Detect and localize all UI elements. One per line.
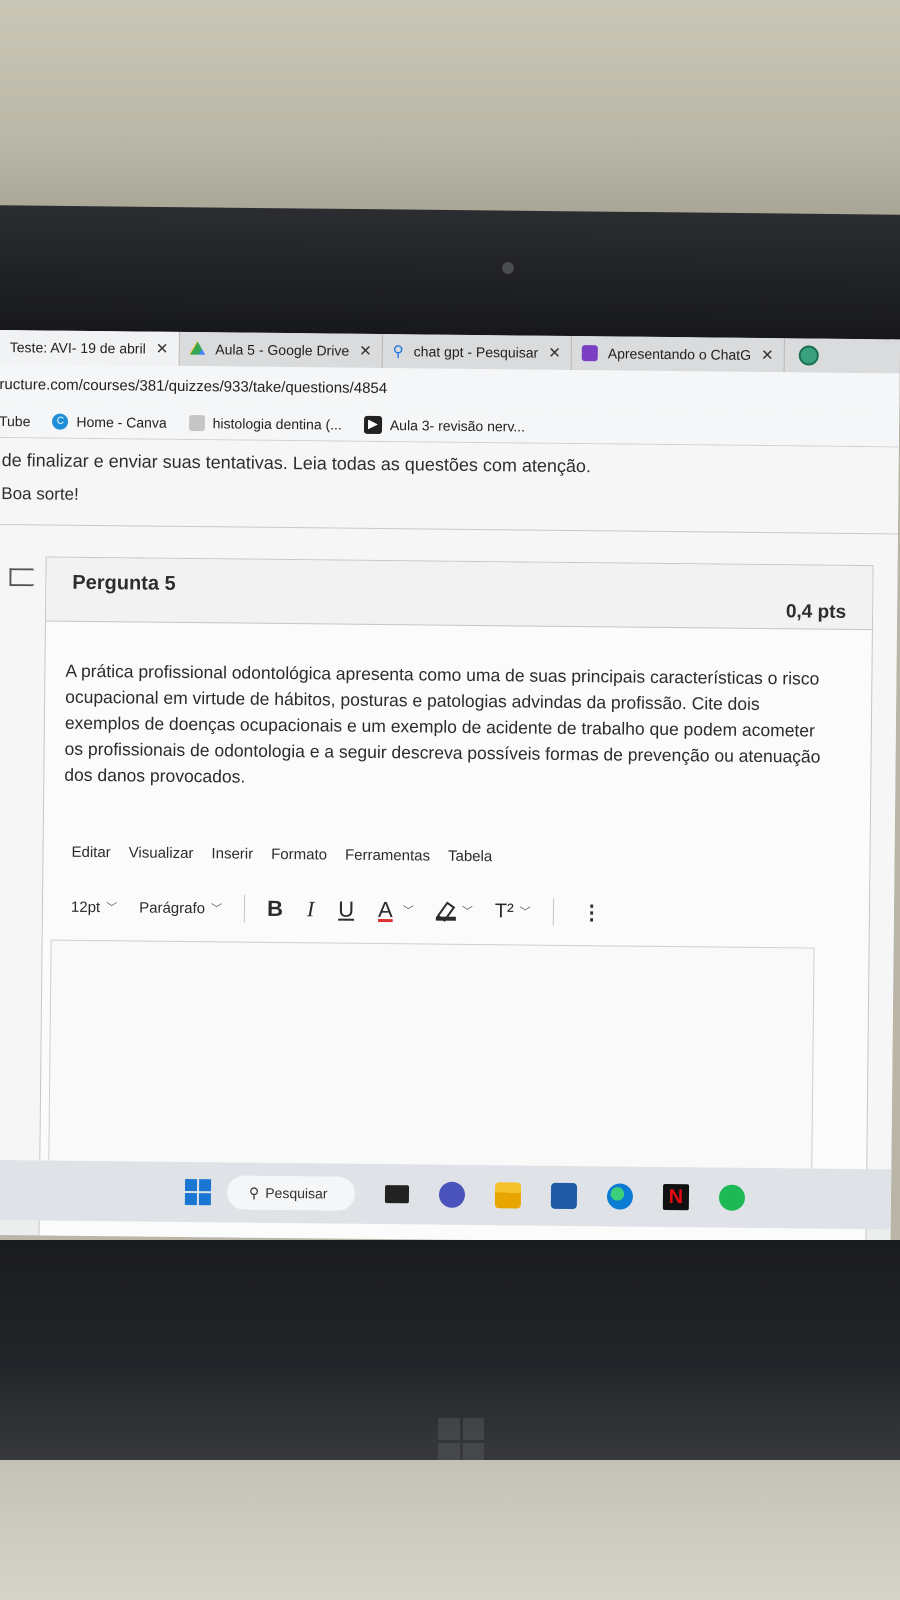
superscript-button[interactable]: T² ﹀ bbox=[495, 900, 531, 923]
video-icon bbox=[363, 415, 382, 434]
search-icon: ⚲ bbox=[392, 343, 404, 361]
bold-button[interactable]: B bbox=[267, 896, 283, 922]
italic-button[interactable]: I bbox=[307, 896, 315, 922]
close-icon[interactable]: ✕ bbox=[548, 344, 561, 362]
font-color-icon: A bbox=[378, 896, 393, 923]
bookmark-label: Aula 3- revisão nerv... bbox=[389, 416, 526, 435]
canva-icon: C bbox=[52, 413, 69, 430]
edge-icon[interactable] bbox=[606, 1183, 634, 1210]
tab-label: Aula 5 - Google Drive bbox=[215, 341, 350, 359]
menu-formato[interactable]: Formato bbox=[271, 846, 327, 864]
close-icon[interactable]: ✕ bbox=[761, 346, 774, 364]
windows-taskbar: ⚲ Pesquisar N bbox=[0, 1159, 900, 1230]
openai-icon bbox=[581, 345, 598, 362]
google-drive-icon bbox=[189, 341, 205, 357]
highlight-button[interactable]: ﹀ bbox=[435, 900, 473, 921]
chevron-down-icon: ﹀ bbox=[461, 905, 473, 918]
search-icon: ⚲ bbox=[248, 1184, 260, 1201]
bookmark-label: Tube bbox=[0, 412, 31, 429]
font-size-value: 12pt bbox=[70, 898, 101, 916]
tab-google-drive[interactable]: Aula 5 - Google Drive ✕ bbox=[179, 331, 383, 369]
tab-label: Apresentando o ChatG bbox=[607, 345, 752, 363]
taskbar-search[interactable]: ⚲ Pesquisar bbox=[226, 1175, 356, 1211]
close-icon[interactable]: ✕ bbox=[156, 340, 169, 358]
bookmark-canva[interactable]: C Home - Canva bbox=[52, 413, 167, 431]
tab-chatgpt-intro[interactable]: Apresentando o ChatG ✕ bbox=[571, 335, 785, 373]
quiz-instructions: de finalizar e enviar suas tentativas. L… bbox=[1, 450, 592, 477]
flag-question-icon[interactable] bbox=[9, 568, 39, 586]
menu-tabela[interactable]: Tabela bbox=[448, 848, 492, 865]
tab-label: Teste: AVI- 19 de abril bbox=[9, 339, 146, 357]
tab-quiz[interactable]: Teste: AVI- 19 de abril ✕ bbox=[0, 330, 180, 366]
chevron-down-icon: ﹀ bbox=[210, 903, 223, 916]
question-points: 0,4 pts bbox=[785, 601, 847, 623]
block-format-select[interactable]: Parágrafo ﹀ bbox=[139, 899, 222, 917]
toolbar-separator bbox=[552, 897, 554, 926]
webcam bbox=[502, 262, 514, 274]
spotify-icon[interactable] bbox=[718, 1184, 746, 1211]
bookmark-icon bbox=[188, 414, 205, 431]
task-view-icon[interactable] bbox=[384, 1185, 410, 1204]
taskbar-search-label: Pesquisar bbox=[265, 1184, 328, 1202]
question-text: A prática profissional odontológica apre… bbox=[64, 660, 821, 787]
bookmark-youtube[interactable]: Tube bbox=[0, 412, 31, 428]
netflix-icon[interactable]: N bbox=[662, 1183, 690, 1211]
menu-ferramentas[interactable]: Ferramentas bbox=[345, 847, 430, 865]
font-size-select[interactable]: 12pt ﹀ bbox=[71, 898, 117, 915]
question-header: Pergunta 5 0,4 pts bbox=[45, 557, 873, 631]
menu-editar[interactable]: Editar bbox=[71, 844, 110, 861]
block-format-value: Parágrafo bbox=[139, 898, 206, 917]
divider bbox=[0, 523, 900, 535]
bookmark-label: histologia dentina (... bbox=[212, 414, 342, 433]
bookmark-histologia[interactable]: histologia dentina (... bbox=[188, 414, 342, 433]
new-tab-icon[interactable] bbox=[798, 345, 819, 366]
underline-button[interactable]: U bbox=[338, 897, 354, 923]
close-icon[interactable]: ✕ bbox=[359, 342, 372, 360]
question-card: Pergunta 5 0,4 pts A prática profissiona… bbox=[38, 556, 874, 1245]
chevron-down-icon: ﹀ bbox=[519, 906, 531, 919]
store-icon[interactable] bbox=[550, 1182, 578, 1210]
good-luck-text: Boa sorte! bbox=[1, 484, 79, 504]
tab-chatgpt-search[interactable]: ⚲ chat gpt - Pesquisar ✕ bbox=[382, 334, 572, 370]
editor-menubar: Editar Visualizar Inserir Formato Ferram… bbox=[71, 844, 492, 865]
menu-inserir[interactable]: Inserir bbox=[211, 845, 253, 862]
teams-meet-icon[interactable] bbox=[438, 1181, 466, 1208]
background-wall bbox=[0, 0, 900, 215]
toolbar-separator bbox=[243, 894, 246, 923]
laptop-screen: Teste: AVI- 19 de abril ✕ Aula 5 - Googl… bbox=[0, 330, 900, 1245]
more-options-icon[interactable]: ⋮ bbox=[582, 900, 602, 925]
editor-toolbar: 12pt ﹀ Parágrafo ﹀ B I U A ﹀ ﹀ T² ﹀ ⋮ bbox=[71, 892, 602, 928]
laptop-bezel-top bbox=[0, 205, 900, 340]
font-color-button[interactable]: A ﹀ bbox=[378, 897, 414, 923]
start-icon[interactable] bbox=[184, 1178, 212, 1206]
desk-surface bbox=[0, 1460, 900, 1600]
question-title: Pergunta 5 bbox=[72, 571, 176, 595]
quiz-page: de finalizar e enviar suas tentativas. L… bbox=[0, 437, 900, 1245]
windows-logo-icon bbox=[438, 1418, 484, 1464]
chevron-down-icon: ﹀ bbox=[106, 902, 118, 915]
bookmark-aula3[interactable]: Aula 3- revisão nerv... bbox=[363, 415, 526, 435]
superscript-icon: T² bbox=[494, 899, 514, 922]
highlighter-icon bbox=[435, 900, 456, 921]
tab-label: chat gpt - Pesquisar bbox=[413, 343, 539, 361]
file-explorer-icon[interactable] bbox=[494, 1182, 522, 1209]
bookmark-label: Home - Canva bbox=[76, 413, 167, 431]
menu-visualizar[interactable]: Visualizar bbox=[129, 844, 194, 862]
url-text: ructure.com/courses/381/quizzes/933/take… bbox=[0, 375, 388, 397]
chevron-down-icon: ﹀ bbox=[402, 905, 414, 918]
